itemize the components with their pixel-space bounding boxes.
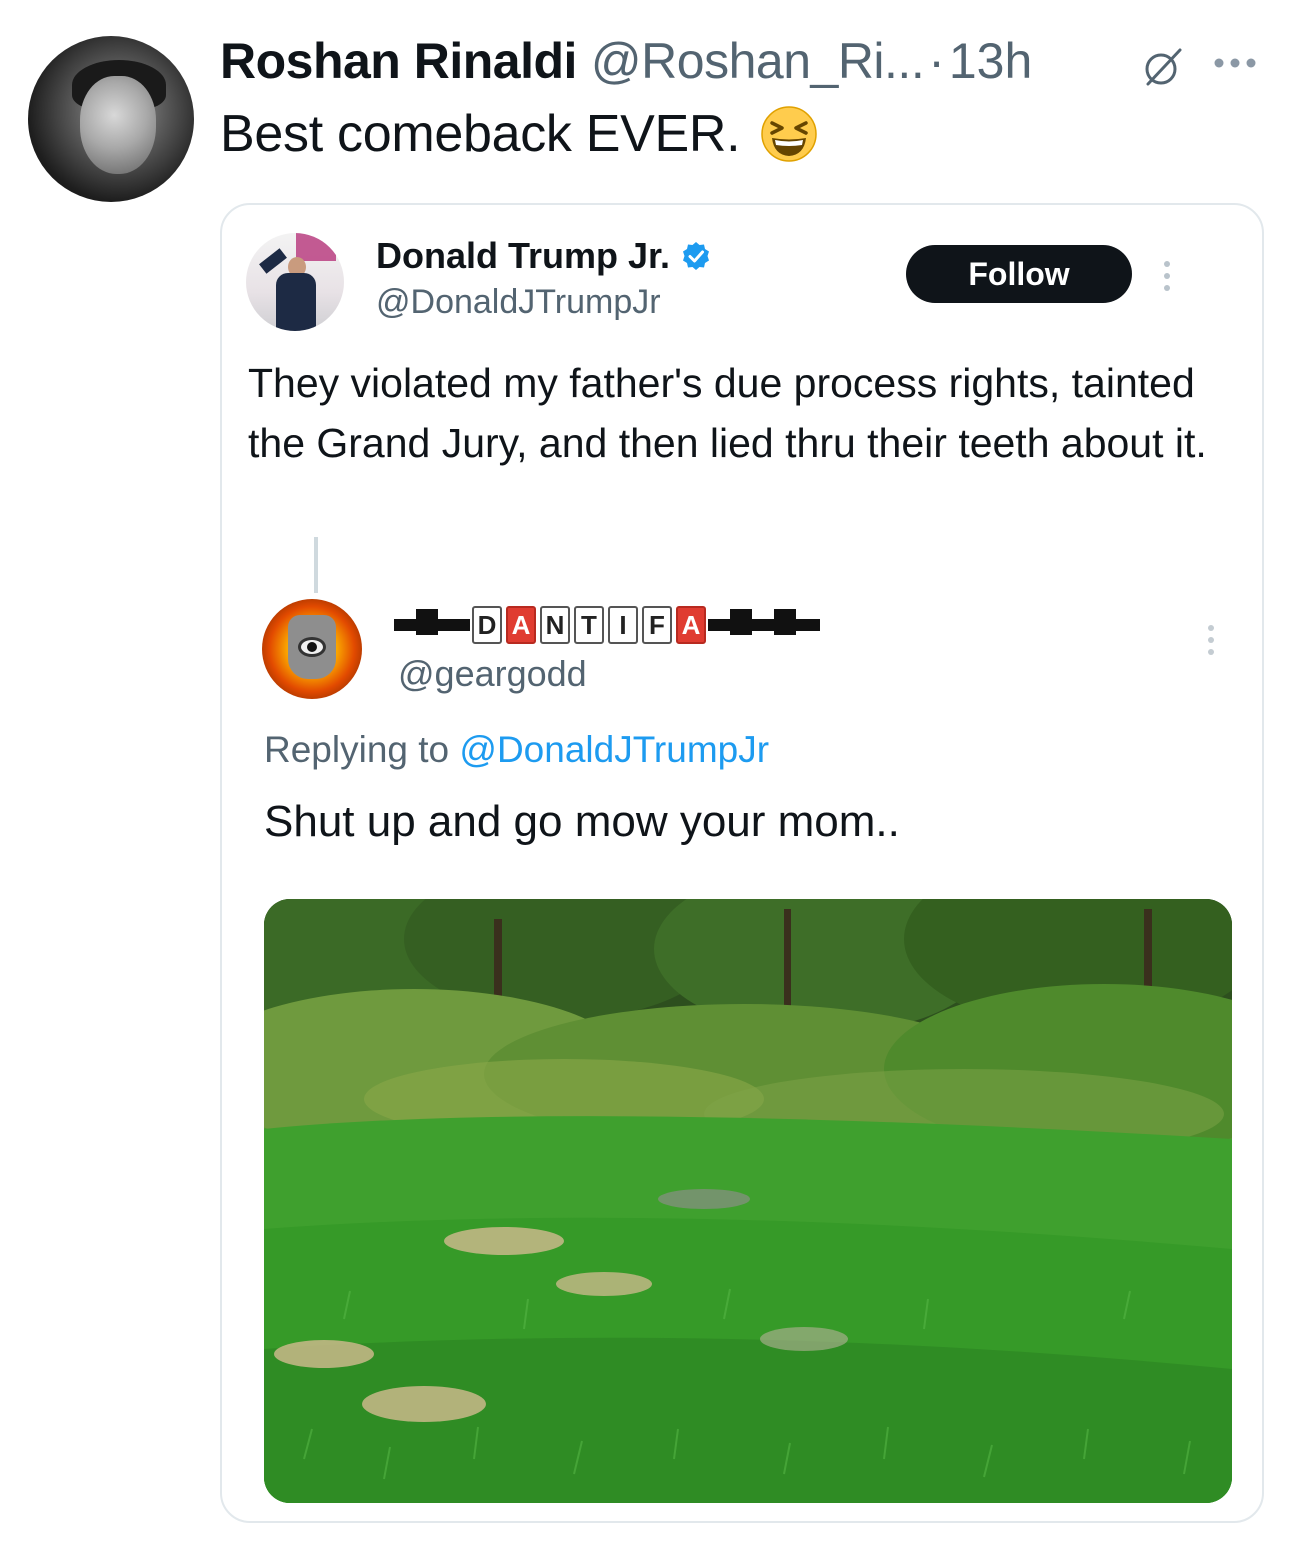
name-letter-tile: N — [540, 606, 570, 644]
grass-field-illustration — [264, 899, 1232, 1503]
quoted-tweet-text: They violated my father's due process ri… — [248, 360, 1207, 466]
replying-to-line: Replying to @DonaldJTrumpJr — [264, 729, 769, 771]
name-letter-tile: A — [676, 606, 706, 644]
grinning-squinting-face-icon — [761, 106, 818, 162]
avatar-banner — [296, 233, 336, 261]
follow-button: Follow — [906, 245, 1132, 303]
quoted-author-handle: @DonaldJTrumpJr — [376, 283, 661, 321]
more-horizontal-icon[interactable] — [1212, 56, 1258, 70]
name-decor — [394, 619, 416, 631]
thread-connector-line — [314, 537, 318, 593]
name-decor — [774, 609, 796, 635]
name-decor — [796, 619, 820, 631]
author-handle[interactable]: @Roshan_Ri... — [591, 32, 925, 90]
grok-icon[interactable] — [1142, 46, 1184, 88]
replying-prefix: Replying to — [264, 729, 460, 770]
quoted-screenshot-card[interactable]: Donald Trump Jr. @DonaldJTrumpJr Follow … — [220, 203, 1264, 1523]
quoted-author-name-row: Donald Trump Jr. — [376, 235, 712, 277]
reply-text: Shut up and go mow your mom.. — [264, 797, 900, 846]
more-vertical-icon — [1208, 625, 1214, 655]
reply-author-name: D A N T I F A — [394, 603, 820, 647]
avatar-pupil — [307, 642, 317, 652]
name-decor — [730, 609, 752, 635]
grass-field-photo — [264, 899, 1232, 1503]
name-decor — [752, 619, 774, 631]
avatar-suit — [276, 273, 316, 331]
reply-author-avatar — [262, 599, 362, 699]
name-decor — [438, 619, 470, 631]
name-letter-tile: F — [642, 606, 672, 644]
name-decor — [708, 619, 730, 631]
name-letter-tile: I — [608, 606, 638, 644]
meta-separator: · — [928, 33, 945, 89]
name-letter-tile: A — [506, 606, 536, 644]
tweet-text-content: Best comeback EVER. — [220, 105, 741, 163]
reply-author-handle: @geargodd — [398, 653, 587, 694]
author-avatar[interactable] — [28, 36, 194, 202]
verified-badge-icon — [683, 242, 710, 270]
name-letter-tile: T — [574, 606, 604, 644]
tweet-time[interactable]: 13h — [949, 32, 1032, 90]
quoted-author-name: Donald Trump Jr. — [376, 235, 671, 276]
name-letter-tile: D — [472, 606, 502, 644]
quoted-author-avatar — [246, 233, 344, 331]
name-decor — [416, 609, 438, 635]
tweet-header: Roshan Rinaldi @Roshan_Ri... · 13h — [220, 30, 1032, 92]
replying-mention: @DonaldJTrumpJr — [459, 729, 770, 770]
tweet-text: Best comeback EVER. — [220, 104, 818, 164]
more-vertical-icon — [1164, 261, 1170, 291]
avatar-face — [80, 76, 156, 174]
avatar-arm — [259, 248, 287, 274]
author-name[interactable]: Roshan Rinaldi — [220, 32, 577, 90]
